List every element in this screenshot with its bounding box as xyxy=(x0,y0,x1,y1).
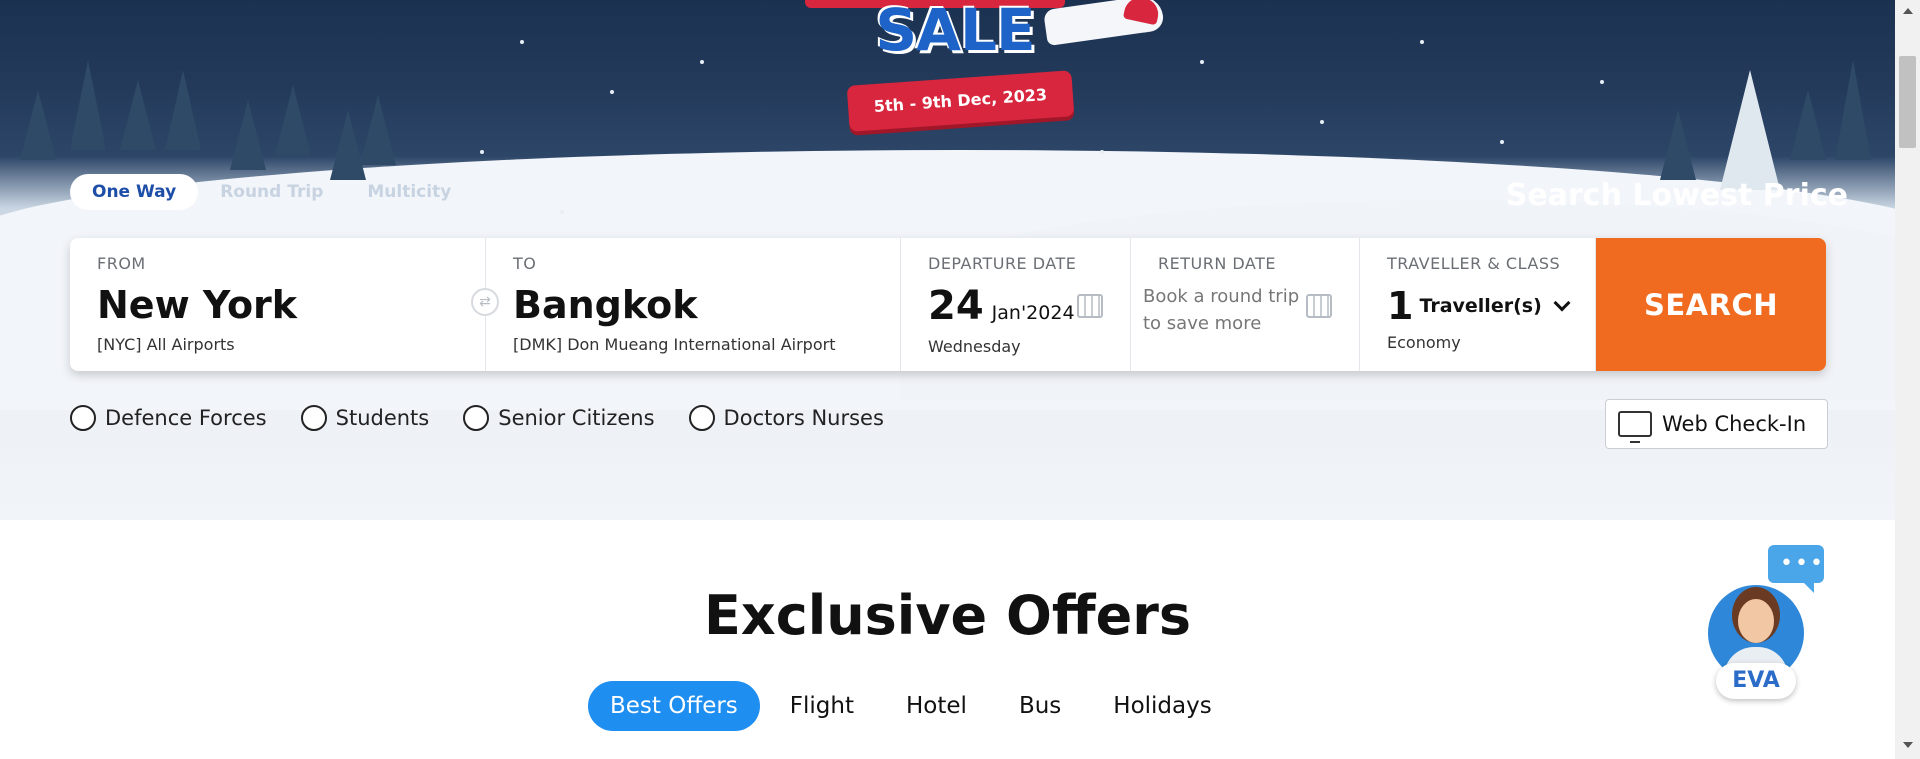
tab-multicity[interactable]: Multicity xyxy=(345,174,473,210)
calendar-icon xyxy=(1077,294,1103,318)
monitor-icon xyxy=(1618,411,1652,443)
departure-weekday: Wednesday xyxy=(928,337,1021,356)
special-fares: Defence Forces Students Senior Citizens … xyxy=(70,405,918,431)
tab-hotel[interactable]: Hotel xyxy=(884,681,989,731)
web-checkin-label: Web Check-In xyxy=(1662,412,1807,436)
snowy-pine-tree xyxy=(1720,70,1780,190)
trip-type-tabs: One Way Round Trip Multicity xyxy=(70,174,473,210)
tab-best-offers[interactable]: Best Offers xyxy=(588,681,760,731)
pine-tree xyxy=(1660,110,1696,180)
departure-date-field[interactable]: DEPARTURE DATE 24 Jan'2024 Wednesday xyxy=(901,238,1131,371)
pine-tree xyxy=(120,80,156,150)
travel-class: Economy xyxy=(1387,333,1461,352)
snowflake xyxy=(560,210,564,214)
offer-tabs: Best Offers Flight Hotel Bus Holidays xyxy=(588,681,1242,731)
scroll-up-arrow-icon[interactable] xyxy=(1903,8,1913,14)
calendar-icon xyxy=(1306,294,1332,318)
snowflake xyxy=(480,150,484,154)
sale-headline: SALE xyxy=(875,0,1035,64)
special-fare-label: Doctors Nurses xyxy=(723,406,884,430)
special-fare-students[interactable]: Students xyxy=(300,405,430,431)
snowflake xyxy=(520,40,524,44)
offers-title: Exclusive Offers xyxy=(703,584,1191,647)
radio-button[interactable] xyxy=(70,405,96,431)
sale-banner[interactable]: SALE 5th - 9th Dec, 2023 xyxy=(805,0,1180,132)
departure-day: 24 xyxy=(928,283,984,329)
from-label: FROM xyxy=(97,254,146,273)
pine-tree xyxy=(1790,90,1826,160)
tab-bus[interactable]: Bus xyxy=(997,681,1083,731)
chat-bubble-icon: ••• xyxy=(1768,545,1825,593)
tab-round-trip[interactable]: Round Trip xyxy=(198,174,345,210)
special-fare-label: Defence Forces xyxy=(105,406,267,430)
radio-button[interactable] xyxy=(300,405,327,431)
pine-tree xyxy=(20,90,56,160)
traveller-class-field[interactable]: TRAVELLER & CLASS 1 Traveller(s) Economy xyxy=(1360,238,1596,371)
from-city: New York xyxy=(97,283,298,327)
from-field[interactable]: FROM New York [NYC] All Airports ⇄ xyxy=(70,238,499,371)
sale-dates: 5th - 9th Dec, 2023 xyxy=(846,70,1075,132)
to-airport: [DMK] Don Mueang International Airport xyxy=(513,335,836,354)
snowflake xyxy=(700,60,704,64)
snowflake xyxy=(1100,150,1104,154)
chat-dots: ••• xyxy=(1780,551,1825,576)
search-button[interactable]: SEARCH xyxy=(1596,238,1826,371)
snowflake xyxy=(1500,140,1504,144)
return-label: RETURN DATE xyxy=(1158,254,1277,273)
from-airport: [NYC] All Airports xyxy=(97,335,235,354)
snowflake xyxy=(1420,40,1424,44)
pine-tree xyxy=(1835,60,1871,160)
pine-tree xyxy=(275,85,311,155)
tab-flight[interactable]: Flight xyxy=(768,681,876,731)
to-label: TO xyxy=(513,254,537,273)
to-city: Bangkok xyxy=(513,283,698,327)
chatbot-launcher[interactable]: ••• EVA xyxy=(1700,545,1830,705)
special-fare-doctors-nurses[interactable]: Doctors Nurses xyxy=(688,405,884,431)
tab-holidays[interactable]: Holidays xyxy=(1091,681,1233,731)
chevron-down-icon[interactable] xyxy=(1553,294,1571,312)
pine-tree xyxy=(70,60,106,150)
special-fare-label: Students xyxy=(335,406,430,430)
traveller-label: TRAVELLER & CLASS xyxy=(1387,254,1561,273)
tab-one-way[interactable]: One Way xyxy=(70,174,199,210)
tagline: Search Lowest Price xyxy=(1505,178,1848,213)
radio-button[interactable] xyxy=(463,405,490,431)
pine-tree xyxy=(360,95,396,165)
to-field[interactable]: TO Bangkok [DMK] Don Mueang Internationa… xyxy=(486,238,901,371)
web-checkin-button[interactable]: Web Check-In xyxy=(1605,399,1828,449)
special-fare-defence-forces[interactable]: Defence Forces xyxy=(70,405,267,431)
special-fare-senior-citizens[interactable]: Senior Citizens xyxy=(463,405,655,431)
special-fare-label: Senior Citizens xyxy=(498,406,655,430)
return-note: Book a round trip to save more xyxy=(1143,286,1300,334)
flight-search-card: FROM New York [NYC] All Airports ⇄ TO Ba… xyxy=(70,238,1826,371)
traveller-unit: Traveller(s) xyxy=(1419,295,1542,317)
scrollbar-thumb[interactable] xyxy=(1899,56,1916,148)
departure-month-year: Jan'2024 xyxy=(991,302,1075,324)
traveller-count: 1 xyxy=(1387,284,1414,328)
swap-icon[interactable]: ⇄ xyxy=(471,288,499,316)
radio-button[interactable] xyxy=(688,405,715,431)
chatbot-name: EVA xyxy=(1716,663,1796,699)
avatar-head xyxy=(1738,599,1774,643)
snowflake xyxy=(1320,120,1324,124)
snowflake xyxy=(1200,60,1204,64)
snowflake xyxy=(1600,80,1604,84)
pine-tree xyxy=(165,70,201,150)
snowflake xyxy=(610,90,614,94)
departure-label: DEPARTURE DATE xyxy=(928,254,1077,273)
return-date-field[interactable]: RETURN DATE Book a round trip to save mo… xyxy=(1131,238,1360,371)
pine-tree xyxy=(230,100,266,170)
scroll-down-arrow-icon[interactable] xyxy=(1903,742,1913,748)
